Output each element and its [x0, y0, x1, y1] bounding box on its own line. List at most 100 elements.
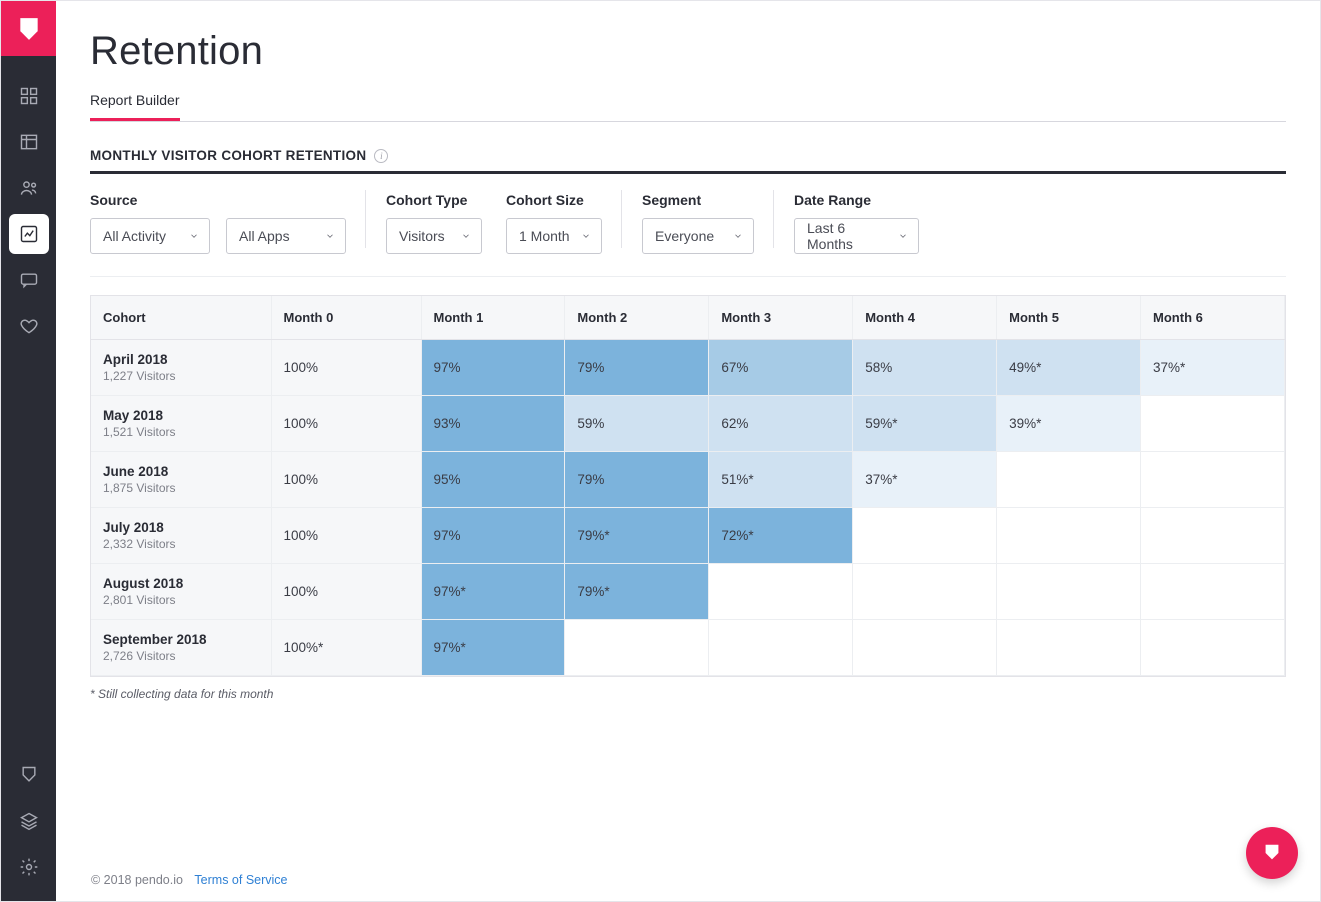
cohort-name: September 2018 [103, 632, 259, 647]
table-header: Cohort [91, 296, 271, 340]
retention-cell: 39%* [997, 396, 1141, 452]
retention-cell [997, 452, 1141, 508]
retention-cell [565, 620, 709, 676]
retention-cell [853, 508, 997, 564]
chevron-down-icon [325, 228, 335, 244]
nav-pendo[interactable] [9, 755, 49, 795]
retention-cell: 100% [271, 396, 421, 452]
page-title: Retention [90, 29, 1286, 74]
retention-cell: 100% [271, 508, 421, 564]
nav-dashboard[interactable] [9, 76, 49, 116]
nav-charts[interactable] [9, 122, 49, 162]
cohort-name: August 2018 [103, 576, 259, 591]
cohort-sub: 1,521 Visitors [103, 425, 259, 439]
retention-cell: 72%* [709, 508, 853, 564]
select-cohort-size[interactable]: 1 Month [506, 218, 602, 254]
retention-cell: 49%* [997, 340, 1141, 396]
cohort-sub: 2,801 Visitors [103, 593, 259, 607]
chevron-down-icon [189, 228, 199, 244]
tab-report-builder[interactable]: Report Builder [90, 86, 180, 121]
cohort-name: June 2018 [103, 464, 259, 479]
footer: © 2018 pendo.io Terms of Service [91, 873, 288, 887]
retention-cell: 95% [421, 452, 565, 508]
cohort-name: July 2018 [103, 520, 259, 535]
retention-cell: 67% [709, 340, 853, 396]
filter-group-segment: Segment Everyone [642, 192, 774, 254]
retention-cell [1141, 452, 1285, 508]
users-icon [19, 178, 39, 198]
retention-cell: 100% [271, 564, 421, 620]
retention-cell [997, 508, 1141, 564]
table-header: Month 6 [1141, 296, 1285, 340]
table-header: Month 4 [853, 296, 997, 340]
cohort-name: April 2018 [103, 352, 259, 367]
cohort-sub: 2,332 Visitors [103, 537, 259, 551]
cohort-cell: April 2018 1,227 Visitors [91, 340, 271, 396]
chevron-down-icon [581, 228, 591, 244]
retention-cell: 100% [271, 340, 421, 396]
footer-tos-link[interactable]: Terms of Service [194, 873, 287, 887]
trend-icon [19, 224, 39, 244]
table-header: Month 0 [271, 296, 421, 340]
main: Retention Report Builder MONTHLY VISITOR… [56, 1, 1320, 901]
footer-copyright: © 2018 pendo.io [91, 873, 183, 887]
nav-chat[interactable] [9, 260, 49, 300]
select-value: Visitors [399, 228, 445, 244]
retention-cell: 79% [565, 340, 709, 396]
filter-label-source: Source [90, 192, 346, 208]
table-header: Month 1 [421, 296, 565, 340]
select-date-range[interactable]: Last 6 Months [794, 218, 919, 254]
filter-label-cohort-type: Cohort Type [386, 192, 482, 208]
nav-trend[interactable] [9, 214, 49, 254]
pendo-icon [19, 765, 39, 785]
retention-cell: 100% [271, 452, 421, 508]
nav-layers[interactable] [9, 801, 49, 841]
select-source-activity[interactable]: All Activity [90, 218, 210, 254]
retention-cell: 100%* [271, 620, 421, 676]
retention-cell [1141, 508, 1285, 564]
retention-cell [1141, 620, 1285, 676]
nav-settings[interactable] [9, 847, 49, 887]
retention-cell: 58% [853, 340, 997, 396]
chevron-down-icon [733, 228, 743, 244]
select-value: All Activity [103, 228, 166, 244]
chat-icon [19, 270, 39, 290]
select-value: 1 Month [519, 228, 570, 244]
retention-cell [709, 564, 853, 620]
retention-cell [997, 564, 1141, 620]
select-cohort-type[interactable]: Visitors [386, 218, 482, 254]
nav-heart[interactable] [9, 306, 49, 346]
sidebar [1, 1, 56, 901]
heart-icon [19, 316, 39, 336]
cohort-sub: 1,227 Visitors [103, 369, 259, 383]
info-icon[interactable]: i [374, 149, 388, 163]
logo[interactable] [1, 1, 56, 56]
select-source-apps[interactable]: All Apps [226, 218, 346, 254]
filter-label-cohort-size: Cohort Size [506, 192, 602, 208]
retention-cell: 37%* [1141, 340, 1285, 396]
retention-cell: 93% [421, 396, 565, 452]
table-row: September 20182,726 Visitors100%*97%* [91, 620, 1285, 676]
chevron-down-icon [898, 228, 908, 244]
retention-cell [709, 620, 853, 676]
retention-cell: 51%* [709, 452, 853, 508]
help-fab[interactable] [1246, 827, 1298, 879]
filters: Source All Activity All Apps Cohort Type [90, 192, 1286, 277]
table-footnote: * Still collecting data for this month [90, 687, 1286, 701]
table-header: Month 5 [997, 296, 1141, 340]
table-row: July 20182,332 Visitors100%97%79%*72%* [91, 508, 1285, 564]
retention-cell: 37%* [853, 452, 997, 508]
select-segment[interactable]: Everyone [642, 218, 754, 254]
retention-cell: 97%* [421, 620, 565, 676]
nav-users[interactable] [9, 168, 49, 208]
retention-cell: 79%* [565, 564, 709, 620]
section-title: MONTHLY VISITOR COHORT RETENTION [90, 148, 366, 163]
cohort-cell: August 2018 2,801 Visitors [91, 564, 271, 620]
retention-cell [853, 564, 997, 620]
table-row: May 20181,521 Visitors100%93%59%62%59%*3… [91, 396, 1285, 452]
pendo-logo-icon [16, 16, 42, 42]
retention-cell [997, 620, 1141, 676]
select-value: All Apps [239, 228, 290, 244]
retention-cell: 59% [565, 396, 709, 452]
filter-label-date-range: Date Range [794, 192, 919, 208]
